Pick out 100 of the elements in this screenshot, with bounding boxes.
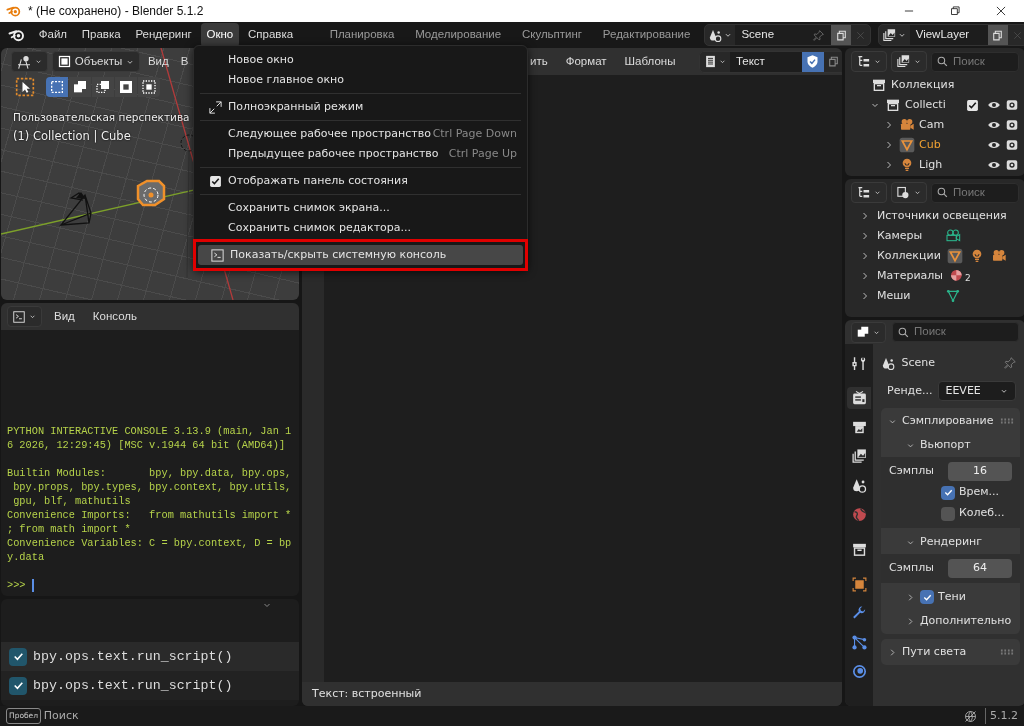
camera-icon[interactable]: [1005, 138, 1019, 152]
outliner-item[interactable]: Ligh: [919, 156, 983, 174]
panel-title[interactable]: Дополнительно: [920, 612, 1020, 630]
panel-title[interactable]: Тени: [938, 588, 1020, 606]
camera-icon: [945, 228, 961, 244]
select-mode-icon: [117, 79, 134, 95]
menu-item[interactable]: Отображать панель состояния: [196, 171, 525, 191]
checkbox[interactable]: [941, 506, 955, 521]
properties-icon: [856, 325, 870, 339]
display-mode-button[interactable]: [891, 51, 927, 72]
outliner-item[interactable]: Источники освещения: [877, 207, 1007, 225]
outliner-item[interactable]: Меши: [877, 287, 939, 305]
select-mode-button[interactable]: [137, 77, 160, 97]
panel-title[interactable]: Рендеринг: [920, 533, 1020, 551]
properties-tab[interactable]: [847, 387, 871, 409]
orbit-icon: [850, 662, 868, 680]
menu-item[interactable]: Окно: [200, 23, 240, 47]
tool-icon: [850, 354, 868, 372]
select-mode-button[interactable]: [45, 77, 68, 97]
shortcut-label: Ctrl Page Down: [432, 125, 517, 142]
search-field[interactable]: Поиск: [931, 51, 1019, 72]
search-field[interactable]: Поиск: [931, 182, 1019, 203]
camera-icon[interactable]: [1005, 118, 1019, 132]
context-label: (1) Collection | Cube: [13, 129, 131, 143]
number-field[interactable]: 16: [948, 462, 1012, 481]
camera-icon[interactable]: [1005, 98, 1019, 112]
editor-type-button[interactable]: [11, 51, 48, 72]
select-mode-icon: [94, 79, 111, 95]
menu-item[interactable]: Консоль: [86, 304, 143, 329]
search-field[interactable]: Поиск: [892, 322, 1019, 342]
viewport-icon: [16, 53, 32, 70]
camera-icon: [990, 248, 1007, 264]
field-label: Сэмплы: [889, 560, 934, 577]
menu-item[interactable]: Полноэкранный режим: [196, 97, 525, 117]
menu-item[interactable]: Сохранить снимок экрана...: [196, 198, 525, 218]
select-tool-button[interactable]: [15, 77, 35, 97]
display-mode-button[interactable]: [891, 182, 927, 203]
mode-dropdown[interactable]: Объекты: [52, 51, 140, 72]
menu-item[interactable]: ить: [524, 49, 554, 74]
checkbox[interactable]: [941, 485, 955, 500]
menu-item[interactable]: Рендеринг: [129, 23, 198, 47]
camera-icon[interactable]: [1005, 158, 1019, 172]
checkbox[interactable]: [920, 590, 934, 604]
item-count: 2: [965, 272, 971, 286]
search-icon: [936, 55, 949, 68]
checkbox-label: Колеб...: [959, 505, 1005, 522]
menu-item[interactable]: Справка: [242, 23, 300, 47]
outliner-item[interactable]: Коллекции: [877, 247, 941, 265]
menu-item[interactable]: Предыдущее рабочее пространство Ctrl Page Up: [196, 144, 525, 164]
number-field[interactable]: 64: [948, 559, 1012, 578]
outliner-icon: [856, 54, 871, 69]
object-mode-icon: [57, 54, 72, 69]
menu-item[interactable]: Следующее рабочее пространствоCtrl Page Down: [196, 124, 525, 144]
menu-item[interactable]: Показать/скрыть системную консоль: [198, 245, 523, 265]
editor-type-button[interactable]: [7, 306, 42, 327]
outliner-item[interactable]: Cam: [919, 116, 983, 134]
outliner-item[interactable]: Cub: [919, 136, 983, 154]
panel-title[interactable]: Сэмплирование: [902, 412, 996, 430]
workspace-tab[interactable]: Скульптинг: [512, 23, 592, 47]
camera-drawing[interactable]: [60, 192, 92, 226]
checkbox-label: Врем...: [959, 484, 1000, 501]
outliner-item[interactable]: Коллекция: [891, 76, 1019, 94]
shortcut-label: Ctrl Page Up: [448, 145, 517, 162]
console-line: Convenience Variables: C = bpy.context, D = bp: [7, 536, 292, 550]
outliner-item[interactable]: Материалы: [877, 267, 943, 285]
editor-type-button[interactable]: [851, 51, 887, 72]
select-mode-button[interactable]: [68, 77, 91, 97]
editor-type-button[interactable]: [851, 182, 887, 203]
workspace-tab[interactable]: Планировка: [320, 23, 404, 47]
render-icon: [850, 389, 868, 407]
menu-item[interactable]: Файл: [32, 23, 74, 47]
menu-item[interactable]: Правка: [75, 23, 127, 47]
menu-item[interactable]: Шаблоны: [618, 49, 682, 74]
outliner-item[interactable]: Collecti: [905, 96, 962, 114]
menu-item[interactable]: Формат: [559, 49, 613, 74]
menu-item[interactable]: Новое окно: [196, 50, 525, 70]
menu-item[interactable]: В: [176, 49, 193, 74]
panel-title[interactable]: Вьюпорт: [920, 436, 1020, 454]
checkbox-icon[interactable]: [966, 98, 979, 112]
mesh-icon: [946, 248, 963, 264]
select-mode-button[interactable]: [114, 77, 137, 97]
editor-type-button[interactable]: [851, 321, 886, 343]
workspace-tab[interactable]: Редактирование: [593, 23, 695, 47]
pin-icon[interactable]: [1003, 356, 1017, 370]
menu-item[interactable]: Новое главное окно: [196, 70, 525, 90]
render-engine-dropdown[interactable]: EEVEE: [938, 381, 1017, 401]
drag-handle-icon[interactable]: [1000, 418, 1014, 424]
select-mode-button[interactable]: [91, 77, 114, 97]
window-title: * (Не сохранено) - Blender 5.1.2: [28, 3, 205, 20]
cursor-icon: [15, 77, 35, 97]
menu-item[interactable]: Вид: [143, 49, 173, 74]
outliner-item[interactable]: Камеры: [877, 227, 939, 245]
mesh-icon: [899, 137, 915, 153]
cube-drawing[interactable]: [136, 179, 166, 207]
menu-item[interactable]: Вид: [48, 304, 81, 329]
select-mode-icon: [71, 79, 88, 95]
workspace-tab[interactable]: Моделирование: [406, 23, 511, 47]
menu-item[interactable]: Сохранить снимок редактора...: [196, 218, 525, 238]
field-label: Ренде...: [887, 382, 933, 399]
drag-handle-icon[interactable]: [1000, 649, 1014, 655]
